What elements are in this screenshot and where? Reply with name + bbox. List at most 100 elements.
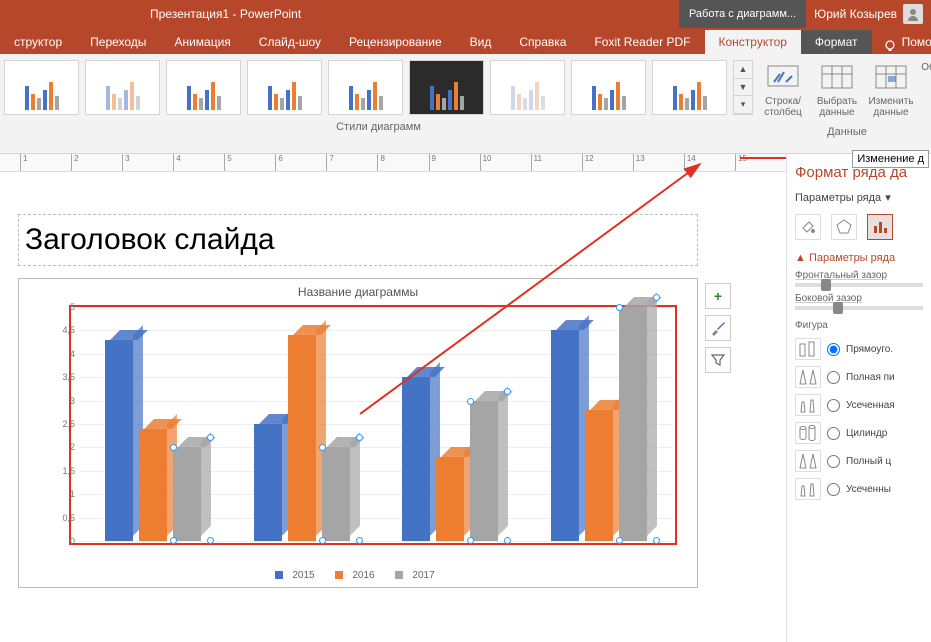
tell-me-label[interactable]: Помощни: [898, 30, 931, 54]
series-options-tab[interactable]: [867, 214, 893, 240]
bar[interactable]: [619, 307, 647, 541]
tab-design[interactable]: Конструктор: [705, 30, 801, 54]
chevron-down-icon: ▾: [885, 191, 891, 204]
shape-icon: [795, 338, 821, 360]
chart-style-thumb[interactable]: [328, 60, 403, 115]
user-account[interactable]: Юрий Козырев: [806, 0, 931, 28]
tab-format[interactable]: Формат: [801, 30, 872, 54]
bar-group[interactable]: [228, 307, 377, 541]
bar[interactable]: [551, 330, 579, 541]
bar[interactable]: [105, 340, 133, 541]
fill-options-tab[interactable]: [795, 214, 821, 240]
chart-title[interactable]: Название диаграммы: [19, 279, 697, 305]
shape-radio[interactable]: [827, 399, 840, 412]
tab-transitions[interactable]: Переходы: [76, 30, 160, 54]
switch-row-column-button[interactable]: Строка/ столбец: [757, 60, 809, 120]
select-data-button[interactable]: Выбрать данные: [811, 60, 863, 120]
bar-chart-icon: [871, 218, 889, 236]
shape-option[interactable]: Прямоуго.: [795, 335, 923, 363]
tell-me-bulb-icon[interactable]: [882, 38, 898, 54]
shape-radio[interactable]: [827, 427, 840, 440]
chart-style-thumb[interactable]: [4, 60, 79, 115]
shape-icon: [795, 422, 821, 444]
gap-depth-label: Фронтальный зазор: [795, 270, 923, 281]
chart-plot-area[interactable]: 00,511,522,533,544,55: [79, 307, 673, 541]
user-name: Юрий Козырев: [814, 7, 897, 21]
canvas-area[interactable]: 123456789101112131415 Заголовок слайда Н…: [0, 154, 786, 642]
tab-view[interactable]: Вид: [456, 30, 506, 54]
shape-option[interactable]: Цилиндр: [795, 419, 923, 447]
avatar-icon: [903, 4, 923, 24]
slide[interactable]: Заголовок слайда Название диаграммы 00,5…: [18, 204, 698, 624]
chart-legend[interactable]: 2015 2016 2017: [19, 570, 697, 581]
chart-styles-more[interactable]: ▲▼▾: [733, 60, 753, 115]
effects-options-tab[interactable]: [831, 214, 857, 240]
shape-radio[interactable]: [827, 483, 840, 496]
slide-title-placeholder[interactable]: Заголовок слайда: [18, 214, 698, 266]
tab-slideshow[interactable]: Слайд-шоу: [245, 30, 335, 54]
bar[interactable]: [470, 401, 498, 541]
series-options-section[interactable]: ▲ Параметры ряда: [795, 252, 923, 264]
scroll-down-icon[interactable]: ▼: [734, 79, 752, 97]
shape-radio[interactable]: [827, 455, 840, 468]
chart-style-thumb[interactable]: [85, 60, 160, 115]
chart-style-thumb[interactable]: [490, 60, 565, 115]
bar[interactable]: [173, 447, 201, 541]
gap-width-slider[interactable]: [795, 306, 923, 310]
bar-group[interactable]: [79, 307, 228, 541]
bar[interactable]: [254, 424, 282, 541]
switch-row-column-icon: [766, 62, 800, 94]
shape-icon: [795, 366, 821, 388]
shape-radio[interactable]: [827, 371, 840, 384]
tab-review[interactable]: Рецензирование: [335, 30, 456, 54]
chart-elements-button[interactable]: +: [705, 283, 731, 309]
shape-option[interactable]: Усеченны: [795, 475, 923, 503]
bar[interactable]: [436, 457, 464, 541]
chart-style-thumb[interactable]: [247, 60, 322, 115]
group-label-styles: Стили диаграмм: [4, 121, 753, 133]
refresh-data-button[interactable]: Об: [919, 60, 931, 120]
chart-styles-button[interactable]: [705, 315, 731, 341]
shape-label: Усеченная: [846, 400, 895, 411]
tab-animations[interactable]: Анимация: [160, 30, 244, 54]
gap-width-label: Боковой зазор: [795, 293, 923, 304]
tab-insert-partial[interactable]: структор: [0, 30, 76, 54]
chart-style-thumb[interactable]: [652, 60, 727, 115]
chart-style-thumb[interactable]: [409, 60, 484, 115]
shape-option[interactable]: Усеченная: [795, 391, 923, 419]
shape-radio[interactable]: [827, 343, 840, 356]
tab-foxit[interactable]: Foxit Reader PDF: [580, 30, 704, 54]
bar[interactable]: [288, 335, 316, 541]
select-data-icon: [820, 62, 854, 94]
expand-icon[interactable]: ▾: [734, 96, 752, 114]
bar[interactable]: [585, 410, 613, 541]
y-axis: 00,511,522,533,544,55: [53, 307, 77, 541]
funnel-icon: [711, 353, 725, 367]
format-pane-subtitle[interactable]: Параметры ряда ▾: [787, 187, 931, 208]
title-bar: Презентация1 - PowerPoint Работа с диагр…: [0, 0, 931, 28]
chart-style-thumb[interactable]: [166, 60, 241, 115]
shape-label: Полный ц: [846, 456, 891, 467]
bar[interactable]: [139, 429, 167, 541]
contextual-tab-label: Работа с диаграмм...: [679, 0, 806, 28]
bar-group[interactable]: [525, 307, 674, 541]
shape-option[interactable]: Полная пи: [795, 363, 923, 391]
chart-object[interactable]: Название диаграммы 00,511,522,533,544,55: [18, 278, 698, 588]
edit-data-button[interactable]: Изменить данные: [865, 60, 917, 120]
shape-section-label: Фигура: [795, 320, 923, 331]
tab-help[interactable]: Справка: [505, 30, 580, 54]
scroll-up-icon[interactable]: ▲: [734, 61, 752, 79]
bar-group[interactable]: [376, 307, 525, 541]
shape-option[interactable]: Полный ц: [795, 447, 923, 475]
ribbon-tabs: структор Переходы Анимация Слайд-шоу Рец…: [0, 28, 931, 54]
shape-label: Цилиндр: [846, 428, 887, 439]
format-pane: Изменение д Формат ряда да Параметры ряд…: [786, 154, 931, 642]
pentagon-icon: [835, 218, 853, 236]
bar[interactable]: [322, 447, 350, 541]
gap-depth-slider[interactable]: [795, 283, 923, 287]
bar[interactable]: [402, 377, 430, 541]
shape-label: Усеченны: [846, 484, 891, 495]
chart-filters-button[interactable]: [705, 347, 731, 373]
chart-style-thumb[interactable]: [571, 60, 646, 115]
shape-icon: [795, 394, 821, 416]
